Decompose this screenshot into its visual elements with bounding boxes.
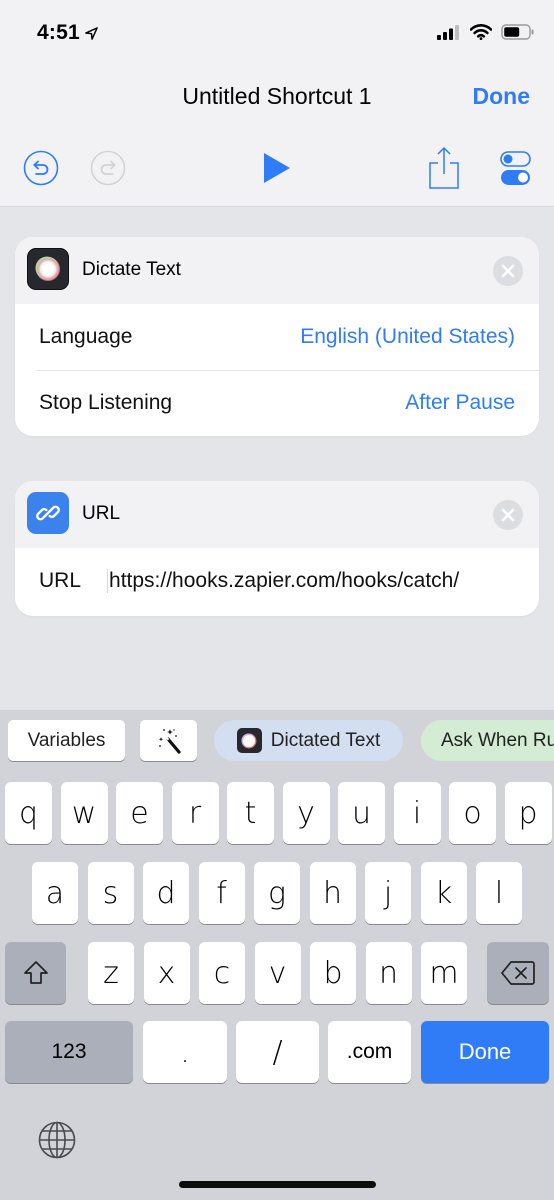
key-c[interactable]: c — [199, 942, 245, 1004]
link-icon — [27, 492, 69, 534]
close-icon — [501, 264, 515, 278]
cellular-signal-icon — [437, 24, 459, 40]
undo-icon — [23, 150, 59, 186]
undo-button[interactable] — [23, 150, 59, 191]
status-bar-indicators — [437, 24, 534, 40]
key-b[interactable]: b — [310, 942, 356, 1004]
ask-when-run-variable[interactable]: Ask When Run — [421, 720, 554, 761]
dictate-text-action[interactable]: Dictate Text Language English (United St… — [15, 237, 539, 436]
key-x[interactable]: x — [143, 942, 190, 1004]
settings-button[interactable] — [500, 151, 532, 192]
backspace-icon — [501, 961, 535, 985]
remove-action-button[interactable] — [493, 256, 523, 286]
action-title: URL — [82, 503, 121, 524]
key-u[interactable]: u — [338, 782, 385, 844]
key-v[interactable]: v — [254, 942, 301, 1004]
action-header: URL — [15, 481, 539, 548]
url-label: URL — [39, 569, 82, 592]
url-input[interactable]: https://hooks.zapier.com/hooks/catch/ — [107, 569, 515, 593]
status-bar-time: 4:51 — [37, 21, 99, 45]
key-g[interactable]: g — [254, 862, 300, 924]
url-row[interactable]: URL https://hooks.zapier.com/hooks/catch… — [15, 548, 539, 614]
redo-icon — [90, 150, 126, 186]
run-button[interactable] — [262, 152, 292, 189]
remove-action-button[interactable] — [493, 500, 523, 530]
key-f[interactable]: f — [198, 862, 245, 924]
dictate-icon — [236, 728, 262, 753]
dictate-icon — [27, 248, 69, 290]
home-indicator[interactable] — [179, 1181, 376, 1188]
play-icon — [264, 153, 290, 183]
slash-key[interactable]: / — [236, 1021, 319, 1083]
magic-wand-icon — [158, 728, 181, 754]
location-arrow-icon — [84, 26, 98, 40]
dictated-text-variable[interactable]: Dictated Text — [214, 720, 403, 761]
key-r[interactable]: r — [171, 782, 219, 844]
key-d[interactable]: d — [143, 862, 189, 924]
shift-icon — [23, 961, 48, 984]
dotcom-key[interactable]: .com — [328, 1021, 411, 1083]
shortcut-title: Untitled Shortcut 1 — [182, 83, 372, 109]
period-key[interactable]: . — [143, 1021, 227, 1083]
language-row[interactable]: Language English (United States) — [15, 304, 539, 370]
action-header: Dictate Text — [15, 237, 539, 304]
key-p[interactable]: p — [504, 782, 552, 844]
key-i[interactable]: i — [393, 782, 441, 844]
dictated-text-label: Dictated Text — [270, 729, 381, 751]
key-w[interactable]: w — [60, 782, 108, 844]
keyboard-done-key[interactable]: Done — [421, 1021, 549, 1083]
close-icon — [501, 508, 515, 522]
toggle-settings-icon — [500, 151, 531, 185]
share-icon — [429, 147, 459, 189]
language-label: Language — [39, 325, 133, 348]
editor-header: 4:51 Untitled Shortcut 1 Done — [0, 0, 554, 207]
redo-button[interactable] — [90, 150, 126, 191]
key-j[interactable]: j — [365, 862, 411, 924]
key-o[interactable]: o — [449, 782, 496, 844]
key-e[interactable]: e — [116, 782, 163, 844]
key-n[interactable]: n — [365, 942, 412, 1004]
delete-key[interactable] — [487, 942, 549, 1004]
stop-listening-row[interactable]: Stop Listening After Pause — [15, 370, 539, 436]
key-k[interactable]: k — [420, 862, 467, 924]
language-value[interactable]: English (United States) — [300, 325, 515, 349]
magic-variable-button[interactable] — [140, 720, 197, 761]
done-button[interactable]: Done — [473, 83, 531, 110]
time-text: 4:51 — [37, 21, 80, 44]
key-q[interactable]: q — [5, 782, 52, 844]
key-t[interactable]: t — [227, 782, 274, 844]
key-y[interactable]: y — [282, 782, 330, 844]
stop-listening-value[interactable]: After Pause — [405, 391, 515, 415]
globe-icon — [38, 1121, 76, 1159]
key-z[interactable]: z — [88, 942, 134, 1004]
row-divider — [37, 370, 539, 371]
action-title: Dictate Text — [82, 259, 181, 280]
battery-icon — [501, 24, 534, 40]
shift-key[interactable] — [5, 942, 66, 1004]
key-h[interactable]: h — [309, 862, 356, 924]
ask-when-run-label: Ask When Run — [441, 729, 554, 751]
key-s[interactable]: s — [87, 862, 134, 924]
share-button[interactable] — [427, 146, 461, 195]
globe-key[interactable] — [37, 1120, 77, 1165]
stop-listening-label: Stop Listening — [39, 391, 173, 414]
numbers-key[interactable]: 123 — [5, 1021, 133, 1083]
wifi-icon — [470, 24, 492, 40]
url-action[interactable]: URL URL https://hooks.zapier.com/hooks/c… — [15, 481, 539, 616]
key-a[interactable]: a — [32, 862, 78, 924]
key-m[interactable]: m — [421, 942, 467, 1004]
variables-button[interactable]: Variables — [8, 720, 125, 761]
key-l[interactable]: l — [476, 862, 522, 924]
